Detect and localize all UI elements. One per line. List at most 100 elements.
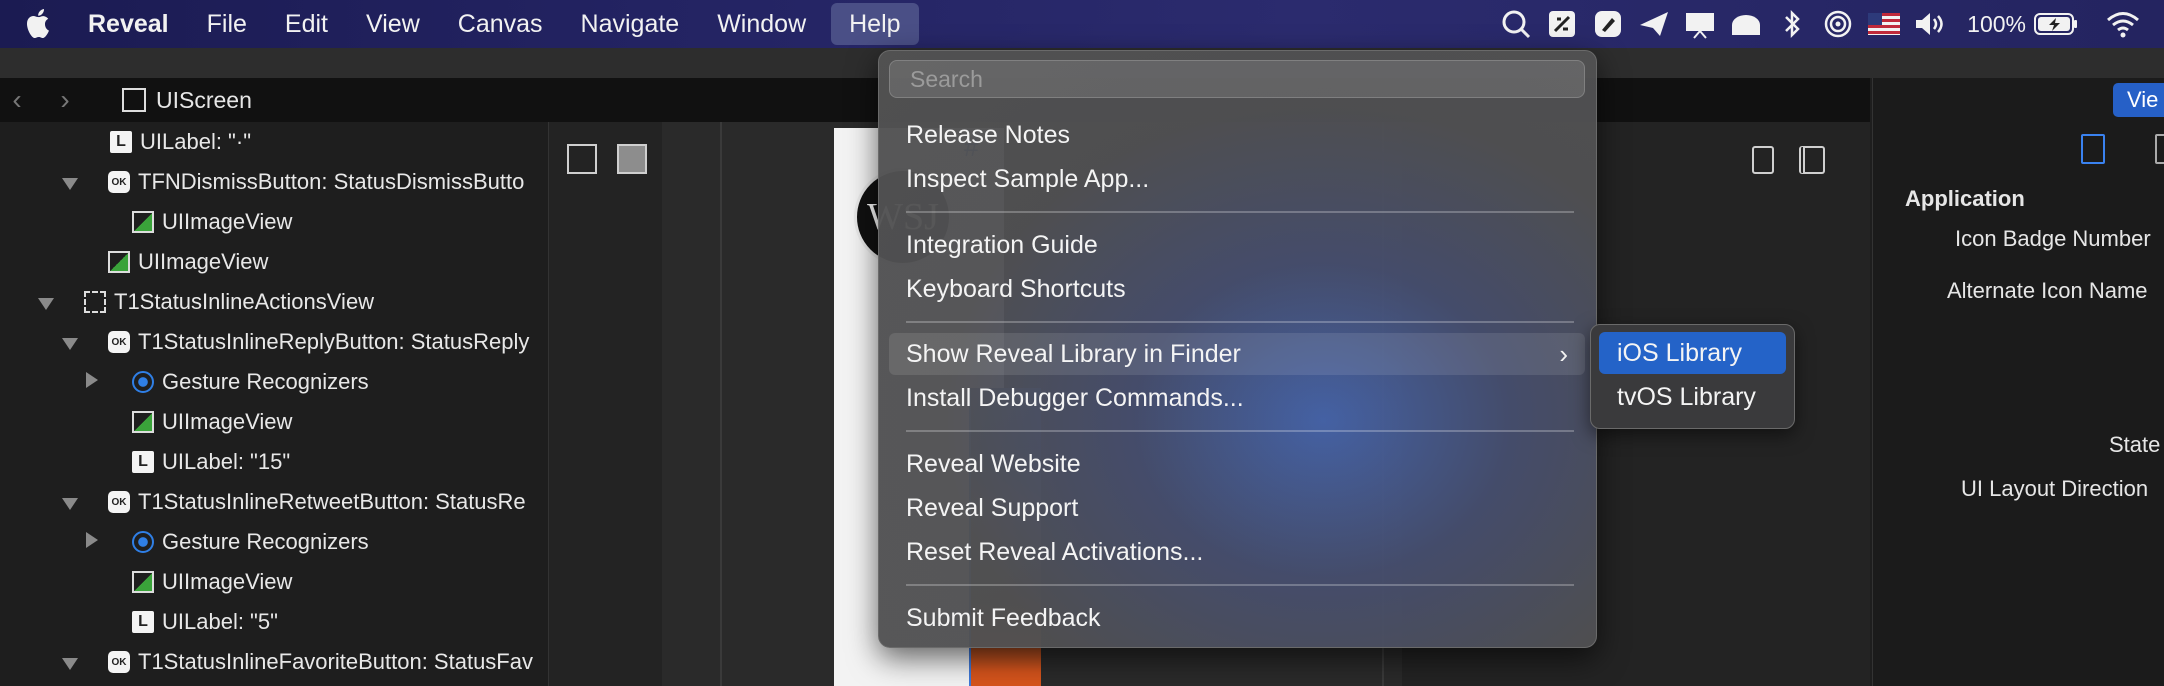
tree-row[interactable]: T1StatusInlineActionsView: [84, 282, 374, 322]
status-bar: 100%: [1493, 0, 2146, 48]
menu-item-reset-activations[interactable]: Reset Reveal Activations...: [906, 532, 1203, 572]
tree-row[interactable]: UIImageView: [108, 242, 268, 282]
gesture-recognizer-icon: [132, 371, 154, 393]
tree-row[interactable]: OK TFNDismissButton: StatusDismissButto: [108, 162, 524, 202]
submenu-tvos-library[interactable]: tvOS Library: [1599, 376, 1786, 418]
tree-row[interactable]: Gesture Recognizers: [132, 362, 369, 402]
back-arrow-icon[interactable]: ‹: [0, 78, 34, 122]
tree-row-label: UILabel: "5": [162, 609, 278, 634]
menu-item-show-library[interactable]: Show Reveal Library in Finder: [906, 334, 1241, 374]
inspector-field-label: Icon Badge Number: [1955, 226, 2151, 251]
tree-row[interactable]: UIImageView: [132, 402, 292, 442]
breadcrumb[interactable]: UIScreen: [122, 87, 252, 114]
disclosure-right-icon[interactable]: [86, 532, 98, 548]
menu-file[interactable]: File: [188, 0, 266, 48]
presentation-icon[interactable]: [1677, 0, 1723, 48]
submenu-ios-library[interactable]: iOS Library: [1599, 332, 1786, 374]
menu-bar: Reveal File Edit View Canvas Navigate Wi…: [0, 0, 2164, 48]
tree-row-label: UIImageView: [162, 409, 293, 434]
tree-row-label: T1StatusInlineActionsView: [114, 289, 375, 314]
view-container-icon: [84, 291, 106, 313]
tree-row[interactable]: L UILabel: "·": [110, 122, 251, 162]
menu-item-keyboard-shortcuts[interactable]: Keyboard Shortcuts: [906, 269, 1126, 309]
button-icon: OK: [108, 651, 130, 673]
tree-row-label: Gesture Recognizers: [162, 369, 369, 394]
frame-tool-icon[interactable]: [567, 144, 597, 174]
tree-row[interactable]: UIImageView: [132, 202, 292, 242]
menu-item-reveal-website[interactable]: Reveal Website: [906, 444, 1081, 484]
tree-row[interactable]: Gesture Recognizers: [132, 522, 369, 562]
layered-view-icon[interactable]: [1799, 146, 1825, 174]
us-flag-icon[interactable]: [1861, 0, 1907, 48]
disclosure-down-icon[interactable]: [62, 178, 78, 190]
tree-row[interactable]: UIImageView: [132, 562, 292, 602]
menu-navigate[interactable]: Navigate: [562, 0, 699, 48]
menu-item-release-notes[interactable]: Release Notes: [906, 115, 1070, 155]
image-view-icon: [132, 571, 154, 593]
menu-separator: [906, 584, 1574, 586]
disclosure-down-icon[interactable]: [38, 298, 54, 310]
cloud-icon[interactable]: [1723, 0, 1769, 48]
button-icon: OK: [108, 331, 130, 353]
label-icon: L: [110, 131, 132, 153]
paper-plane-icon[interactable]: [1631, 0, 1677, 48]
airdrop-icon[interactable]: [1815, 0, 1861, 48]
breadcrumb-uiscreen: UIScreen: [156, 86, 252, 113]
inspector-field-label: Alternate Icon Name: [1947, 278, 2148, 303]
forward-arrow-icon[interactable]: ›: [48, 78, 82, 122]
fill-tool-icon[interactable]: [617, 144, 647, 174]
menu-separator: [906, 211, 1574, 213]
tree-row[interactable]: OK T1StatusInlineRetweetButton: StatusRe: [108, 482, 526, 522]
disclosure-down-icon[interactable]: [62, 338, 78, 350]
menu-item-install-debugger[interactable]: Install Debugger Commands...: [906, 378, 1244, 418]
tree-row-label: TFNDismissButton: StatusDismissButto: [138, 169, 525, 194]
inspector-field-label: UI Layout Direction: [1961, 476, 2149, 501]
tree-row[interactable]: L UILabel: "5": [132, 602, 278, 642]
tree-row-label: UIImageView: [138, 249, 269, 274]
apple-icon[interactable]: [18, 4, 58, 44]
menu-item-integration-guide[interactable]: Integration Guide: [906, 225, 1098, 265]
tree-row-label: Gesture Recognizers: [162, 529, 369, 554]
volume-icon[interactable]: [1907, 0, 1953, 48]
tree-row-label: T1StatusInlineReplyButton: StatusReply: [138, 329, 530, 354]
library-submenu: iOS Library tvOS Library: [1590, 324, 1795, 429]
menu-view[interactable]: View: [347, 0, 439, 48]
view-hierarchy-outline: L UILabel: "·" OK TFNDismissButton: Stat…: [0, 122, 549, 686]
battery-icon[interactable]: [2030, 0, 2082, 48]
help-search-input[interactable]: Search: [889, 60, 1585, 98]
menu-item-reveal-support[interactable]: Reveal Support: [906, 488, 1078, 528]
menu-canvas[interactable]: Canvas: [439, 0, 562, 48]
tree-row-label: T1StatusInlineRetweetButton: StatusRe: [138, 489, 526, 514]
view-square-icon: [122, 88, 146, 112]
menu-window[interactable]: Window: [698, 0, 825, 48]
view-inspector-button[interactable]: Vie: [2113, 83, 2164, 117]
menu-app-reveal[interactable]: Reveal: [58, 0, 188, 48]
tree-row-label: UILabel: "15": [162, 449, 291, 474]
image-view-icon: [132, 411, 154, 433]
menu-help[interactable]: Help: [831, 3, 919, 45]
menu-item-submit-feedback[interactable]: Submit Feedback: [906, 598, 1101, 638]
menu-separator: [906, 430, 1574, 432]
wifi-icon[interactable]: [2100, 0, 2146, 48]
battery-percentage: 100%: [1967, 10, 2026, 37]
disclosure-right-icon[interactable]: [86, 372, 98, 388]
search-icon[interactable]: [1493, 0, 1539, 48]
tree-row-label: T1StatusInlineFavoriteButton: StatusFav: [138, 649, 533, 674]
bluetooth-icon[interactable]: [1769, 0, 1815, 48]
file-inspector-icon[interactable]: [2081, 134, 2105, 164]
guide-line: [720, 122, 722, 686]
single-view-icon[interactable]: [1752, 146, 1774, 174]
help-menu-dropdown: Search Release Notes Inspect Sample App.…: [878, 50, 1597, 648]
tree-row-label: UIImageView: [162, 209, 293, 234]
script-icon[interactable]: [1539, 0, 1585, 48]
tree-row[interactable]: OK T1StatusInlineReplyButton: StatusRepl…: [108, 322, 529, 362]
pen-icon[interactable]: [1585, 0, 1631, 48]
menu-item-inspect-sample[interactable]: Inspect Sample App...: [906, 159, 1149, 199]
tree-row[interactable]: L UILabel: "15": [132, 442, 290, 482]
menu-edit[interactable]: Edit: [266, 0, 347, 48]
disclosure-down-icon[interactable]: [62, 658, 78, 670]
disclosure-down-icon[interactable]: [62, 498, 78, 510]
panel-icon[interactable]: [2155, 134, 2164, 164]
tree-row[interactable]: OK T1StatusInlineFavoriteButton: StatusF…: [108, 642, 533, 682]
chevron-right-icon: ›: [1559, 339, 1568, 369]
